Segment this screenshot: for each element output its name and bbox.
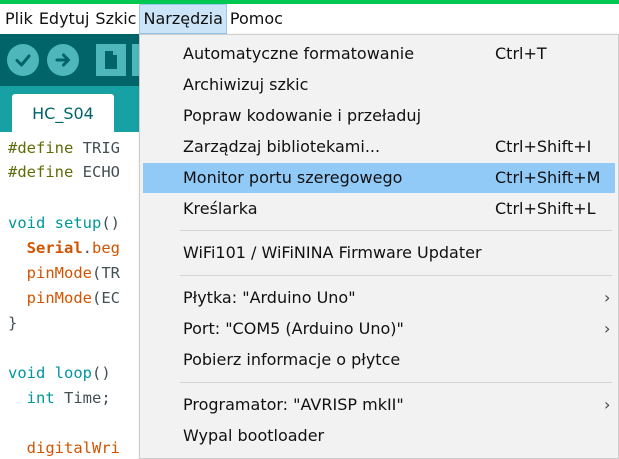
menu-item-archive-sketch[interactable]: Archiwizuj szkic <box>143 70 615 100</box>
menu-item-shortcut: Ctrl+T <box>495 44 547 63</box>
menu-item-label: Popraw kodowanie i przeładuj <box>183 106 422 125</box>
menu-item-board-info[interactable]: Pobierz informacje o płytce <box>143 345 615 375</box>
submenu-arrow-icon: › <box>604 288 611 307</box>
menu-item-serial-monitor[interactable]: Monitor portu szeregowego Ctrl+Shift+M <box>143 163 615 193</box>
code-line: #define ECHO <box>8 163 120 181</box>
upload-button[interactable] <box>47 44 79 76</box>
code-line: digitalWri <box>26 439 120 457</box>
code-line: void loop() <box>8 364 111 382</box>
menu-item-label: Port: "COM5 (Arduino Uno)" <box>183 319 404 338</box>
menu-item-shortcut: Ctrl+Shift+I <box>495 137 592 156</box>
menu-item-programmer[interactable]: Programator: "AVRISP mkII" › <box>143 390 615 420</box>
menu-item-shortcut: Ctrl+Shift+L <box>495 199 596 218</box>
menu-item-label: Pobierz informacje o płytce <box>183 350 401 369</box>
menu-item-shortcut: Ctrl+Shift+M <box>495 168 601 187</box>
new-sketch-button[interactable] <box>96 44 126 76</box>
code-line: pinMode(TR <box>26 264 120 282</box>
menu-item-label: WiFi101 / WiFiNINA Firmware Updater <box>183 243 482 262</box>
code-line: #define TRIG <box>8 139 120 157</box>
tab-hc-s04[interactable]: HC_S04 <box>12 94 114 132</box>
menu-item-manage-libraries[interactable]: Zarządzaj bibliotekami... Ctrl+Shift+I <box>143 132 615 162</box>
menu-item-auto-format[interactable]: Automatyczne formatowanie Ctrl+T <box>143 39 615 69</box>
tools-dropdown-menu: Automatyczne formatowanie Ctrl+T Archiwi… <box>139 34 619 459</box>
verify-icon <box>15 54 31 67</box>
code-line: int Time; <box>26 389 111 407</box>
menu-item-label: Monitor portu szeregowego <box>183 168 403 187</box>
menu-item-label: Archiwizuj szkic <box>183 75 309 94</box>
menu-item-firmware-updater[interactable]: WiFi101 / WiFiNINA Firmware Updater <box>143 238 615 268</box>
menu-pomoc[interactable]: Pomoc <box>227 4 286 34</box>
submenu-arrow-icon: › <box>604 395 611 414</box>
menu-item-label: Programator: "AVRISP mkII" <box>183 395 404 414</box>
menu-item-port[interactable]: Port: "COM5 (Arduino Uno)" › <box>143 314 615 344</box>
menu-plik[interactable]: Plik <box>0 4 36 34</box>
code-line: pinMode(EC <box>26 289 120 307</box>
new-icon <box>105 51 117 69</box>
menu-edytuj[interactable]: Edytuj <box>36 4 93 34</box>
code-line: Serial.beg <box>26 239 121 257</box>
menu-item-fix-encoding[interactable]: Popraw kodowanie i przeładuj <box>143 101 615 131</box>
menu-separator <box>180 230 612 231</box>
submenu-arrow-icon: › <box>604 319 611 338</box>
menu-narzedzia[interactable]: Narzędzia <box>139 4 227 34</box>
menubar: Plik Edytuj Szkic Narzędzia Pomoc <box>0 4 619 34</box>
code-line: } <box>8 314 18 332</box>
verify-button[interactable] <box>7 44 39 76</box>
menu-szkic[interactable]: Szkic <box>92 4 139 34</box>
menu-item-label: Zarządzaj bibliotekami... <box>183 137 381 156</box>
menu-item-label: Wypal bootloader <box>183 426 325 445</box>
menu-item-label: Kreślarka <box>183 199 258 218</box>
menu-item-label: Automatyczne formatowanie <box>183 44 415 63</box>
menu-item-board[interactable]: Płytka: "Arduino Uno" › <box>143 283 615 313</box>
menu-separator <box>180 275 612 276</box>
upload-icon <box>55 53 70 67</box>
menu-item-serial-plotter[interactable]: Kreślarka Ctrl+Shift+L <box>143 194 615 224</box>
code-line: void setup() <box>8 214 121 232</box>
menu-item-burn-bootloader[interactable]: Wypal bootloader <box>143 421 615 451</box>
menu-item-label: Płytka: "Arduino Uno" <box>183 288 356 307</box>
menu-separator <box>180 382 612 383</box>
